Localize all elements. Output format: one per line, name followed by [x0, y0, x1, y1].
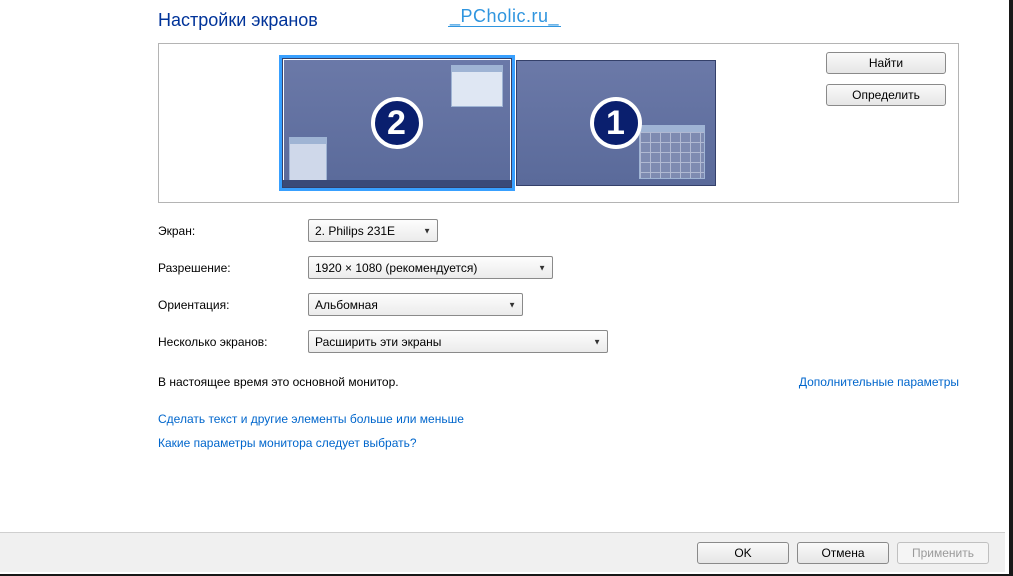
apply-button[interactable]: Применить [897, 542, 989, 564]
window-icon [639, 125, 705, 179]
monitor-1[interactable]: 1 [516, 60, 716, 186]
identify-button[interactable]: Определить [826, 84, 946, 106]
detect-button[interactable]: Найти [826, 52, 946, 74]
resolution-select-value: 1920 × 1080 (рекомендуется) [315, 261, 477, 275]
window-icon [451, 65, 503, 107]
which-settings-link[interactable]: Какие параметры монитора следует выбрать… [158, 436, 417, 450]
display-select-value: 2. Philips 231E [315, 224, 395, 238]
multiple-displays-select[interactable]: Расширить эти экраны [308, 330, 608, 353]
monitor-preview-area: 2 1 Найти Определить [158, 43, 959, 203]
orientation-select[interactable]: Альбомная [308, 293, 523, 316]
orientation-select-value: Альбомная [315, 298, 378, 312]
monitor-number-badge: 1 [590, 97, 642, 149]
display-label: Экран: [158, 224, 308, 238]
orientation-label: Ориентация: [158, 298, 308, 312]
multiple-displays-select-value: Расширить эти экраны [315, 335, 441, 349]
resize-text-link[interactable]: Сделать текст и другие элементы больше и… [158, 412, 464, 426]
advanced-settings-link[interactable]: Дополнительные параметры [799, 375, 959, 389]
ok-button[interactable]: OK [697, 542, 789, 564]
cancel-button[interactable]: Отмена [797, 542, 889, 564]
primary-monitor-note: В настоящее время это основной монитор. [158, 375, 775, 389]
display-settings-window: _PCholic.ru_ Настройки экранов 2 1 Найти… [0, 0, 1013, 576]
taskbar-icon [283, 180, 511, 187]
multiple-displays-label: Несколько экранов: [158, 335, 308, 349]
watermark: _PCholic.ru_ [0, 6, 1009, 27]
window-icon [289, 137, 327, 183]
dialog-footer: OK Отмена Применить [0, 532, 1005, 572]
display-select[interactable]: 2. Philips 231E [308, 219, 438, 242]
resolution-select[interactable]: 1920 × 1080 (рекомендуется) [308, 256, 553, 279]
monitor-number-badge: 2 [371, 97, 423, 149]
resolution-label: Разрешение: [158, 261, 308, 275]
monitor-2[interactable]: 2 [282, 58, 512, 188]
